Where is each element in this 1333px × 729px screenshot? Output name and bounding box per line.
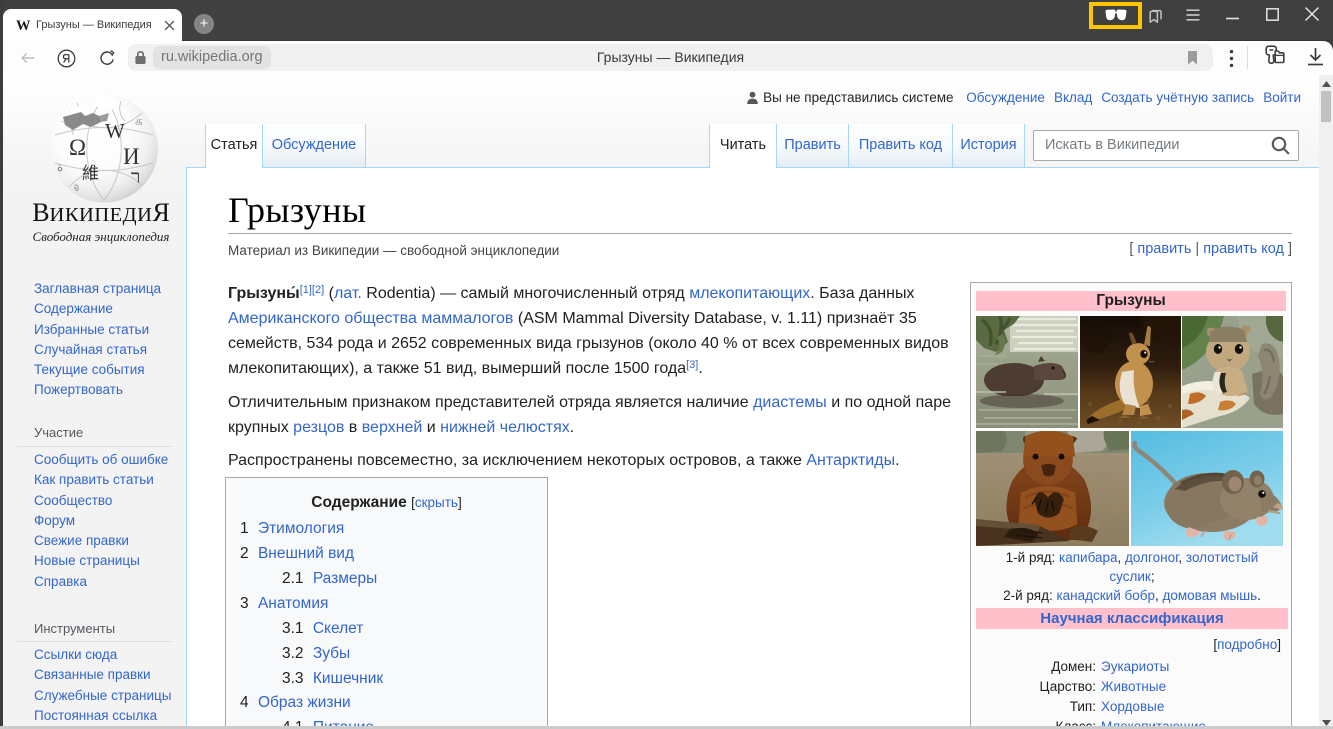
svg-text:ר: ר	[131, 167, 140, 188]
svg-text:ة: ة	[57, 160, 63, 174]
svg-text:И: И	[123, 144, 140, 169]
svg-text:க: க	[135, 114, 143, 128]
svg-text:Ω: Ω	[69, 135, 86, 160]
svg-text:W: W	[105, 119, 125, 143]
svg-text:จ: จ	[73, 182, 79, 194]
svg-text:維: 維	[82, 164, 99, 183]
